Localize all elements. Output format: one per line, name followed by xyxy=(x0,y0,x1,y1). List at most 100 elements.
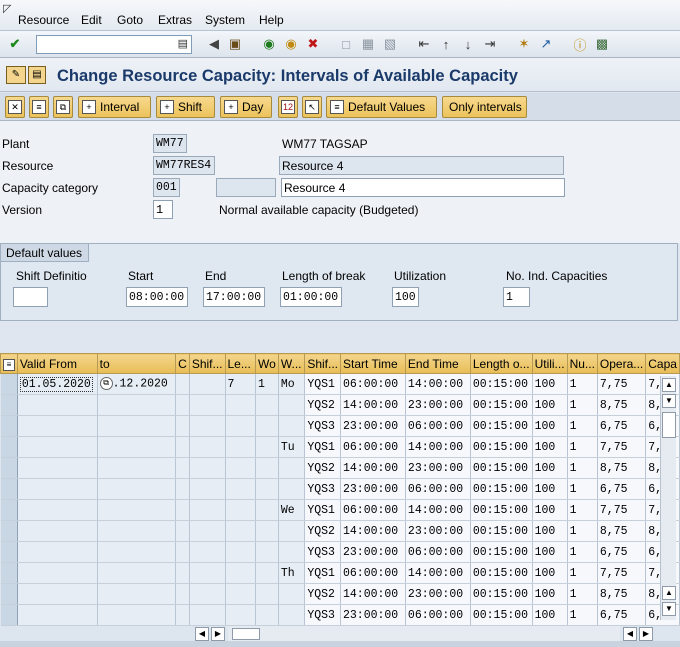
shift-seq-cell[interactable] xyxy=(189,562,226,584)
workday-cell[interactable] xyxy=(255,415,279,437)
table-row[interactable]: YQS323:00:0006:00:0000:15:0010016,756,75 xyxy=(0,604,680,626)
menu-edit[interactable]: Edit xyxy=(81,13,102,27)
select-button[interactable]: ↖ xyxy=(302,96,322,118)
workday-cell[interactable] xyxy=(255,436,279,458)
other-object-icon[interactable]: ▤ xyxy=(28,66,46,84)
table-row[interactable]: YQS214:00:0023:00:0000:15:0010018,758,75 xyxy=(0,583,680,605)
shortcut-icon[interactable]: ↗ xyxy=(537,35,555,53)
exit-icon[interactable]: ◉ xyxy=(282,35,300,53)
length-cell[interactable] xyxy=(225,541,257,563)
weekday-cell[interactable]: Mo xyxy=(278,373,306,395)
shift-seq-cell[interactable] xyxy=(189,499,226,521)
length-cell[interactable] xyxy=(225,562,257,584)
col-to[interactable]: to xyxy=(96,353,177,374)
table-row[interactable]: 01.05.2020 ⧉ .12.2020 7 1 Mo YQS1 06:00:00 14:00… xyxy=(0,373,680,395)
c-cell[interactable] xyxy=(175,457,190,479)
table-row[interactable]: YQS323:00:0006:00:0000:15:0010016,756,75 xyxy=(0,541,680,563)
valid-to-cell[interactable] xyxy=(97,583,177,605)
display-change-icon[interactable]: ✎ xyxy=(6,66,26,84)
length-cell[interactable] xyxy=(225,499,257,521)
menu-help[interactable]: Help xyxy=(259,13,284,27)
col-length[interactable]: Le... xyxy=(224,353,257,374)
table-row[interactable]: TuYQS106:00:0014:00:0000:15:0010017,757,… xyxy=(0,436,680,458)
weekday-cell[interactable]: We xyxy=(278,499,306,521)
shift-definition-field[interactable] xyxy=(13,287,48,307)
valid-from-cell[interactable] xyxy=(17,583,98,605)
row-selector[interactable] xyxy=(0,457,18,479)
valid-from-cell[interactable] xyxy=(17,604,98,626)
scroll-left-icon[interactable]: ◀ xyxy=(195,627,209,641)
shift-button[interactable]: + Shift xyxy=(156,96,215,118)
valid-to-value[interactable]: .12.2020 xyxy=(113,378,168,391)
last-page-icon[interactable]: ⇥ xyxy=(481,35,499,53)
weekday-cell[interactable] xyxy=(278,541,306,563)
enter-icon[interactable]: ✔ xyxy=(6,35,24,53)
calendar-button[interactable]: 12 xyxy=(278,96,298,118)
menu-goto[interactable]: Goto xyxy=(117,13,143,27)
menu-extras[interactable]: Extras xyxy=(158,13,192,27)
back-arrow-icon[interactable]: ◀ xyxy=(205,35,223,53)
weekday-cell[interactable] xyxy=(278,604,306,626)
create-session-icon[interactable]: ✶ xyxy=(515,35,533,53)
workday-cell[interactable] xyxy=(255,583,279,605)
day-button[interactable]: + Day xyxy=(220,96,272,118)
col-valid-from[interactable]: Valid From xyxy=(16,353,98,374)
first-page-icon[interactable]: ⇤ xyxy=(415,35,433,53)
col-number[interactable]: Nu... xyxy=(566,353,598,374)
valid-from-value[interactable]: 01.05.2020 xyxy=(19,376,93,392)
row-selector[interactable] xyxy=(0,583,18,605)
col-start-time[interactable]: Start Time xyxy=(340,353,406,374)
row-selector[interactable] xyxy=(0,436,18,458)
workday-cell[interactable]: 1 xyxy=(255,373,279,395)
weekday-cell[interactable] xyxy=(278,583,306,605)
workday-cell[interactable] xyxy=(255,478,279,500)
scroll-right-icon[interactable]: ▶ xyxy=(639,627,653,641)
col-workday[interactable]: Wo xyxy=(255,353,279,374)
row-selector[interactable] xyxy=(0,562,18,584)
version-field[interactable]: 1 xyxy=(153,200,173,219)
col-shift-seq[interactable]: Shif... xyxy=(188,353,226,374)
c-cell[interactable] xyxy=(175,604,190,626)
utilization-field[interactable]: 100 xyxy=(392,287,419,307)
c-cell[interactable] xyxy=(175,415,190,437)
length-cell[interactable] xyxy=(225,394,257,416)
weekday-cell[interactable] xyxy=(278,478,306,500)
print-icon[interactable]: □ xyxy=(337,35,355,53)
length-cell[interactable] xyxy=(225,520,257,542)
vertical-scrollbar[interactable]: ▲ ▼ ▲ ▼ xyxy=(660,376,676,620)
individual-capacities-field[interactable]: 1 xyxy=(503,287,530,307)
back-icon[interactable]: ◉ xyxy=(260,35,278,53)
table-row[interactable]: YQS323:00:0006:00:0000:15:0010016,756,75 xyxy=(0,415,680,437)
valid-to-cell[interactable] xyxy=(97,478,177,500)
length-cell[interactable] xyxy=(225,583,257,605)
row-selector[interactable] xyxy=(0,499,18,521)
date-picker-icon[interactable]: ⧉ xyxy=(99,377,113,391)
workday-cell[interactable] xyxy=(255,562,279,584)
c-cell[interactable] xyxy=(175,562,190,584)
c-cell[interactable] xyxy=(175,541,190,563)
col-end-time[interactable]: End Time xyxy=(404,353,471,374)
find-next-icon[interactable]: ▧ xyxy=(381,35,399,53)
start-time-field[interactable]: 08:00:00 xyxy=(126,287,188,307)
scroll-left-page-icon[interactable]: ◀ xyxy=(623,627,637,641)
previous-page-icon[interactable]: ↑ xyxy=(437,35,455,53)
row-selector[interactable] xyxy=(0,541,18,563)
row-selector[interactable] xyxy=(0,394,18,416)
table-row[interactable]: ThYQS106:00:0014:00:0000:15:0010017,757,… xyxy=(0,562,680,584)
shift-seq-cell[interactable] xyxy=(189,541,226,563)
row-selector[interactable] xyxy=(0,373,18,395)
delete-button[interactable]: ✕ xyxy=(5,96,25,118)
scroll-up-icon[interactable]: ▲ xyxy=(662,378,676,392)
c-cell[interactable] xyxy=(175,436,190,458)
length-cell[interactable]: 7 xyxy=(225,373,257,395)
col-utilization[interactable]: Utili... xyxy=(531,353,568,374)
weekday-cell[interactable] xyxy=(278,520,306,542)
shift-seq-cell[interactable] xyxy=(189,436,226,458)
find-icon[interactable]: ▦ xyxy=(359,35,377,53)
length-cell[interactable] xyxy=(225,415,257,437)
workday-cell[interactable] xyxy=(255,499,279,521)
c-cell[interactable] xyxy=(175,394,190,416)
length-cell[interactable] xyxy=(225,457,257,479)
c-cell[interactable] xyxy=(175,520,190,542)
valid-from-cell[interactable] xyxy=(17,541,98,563)
